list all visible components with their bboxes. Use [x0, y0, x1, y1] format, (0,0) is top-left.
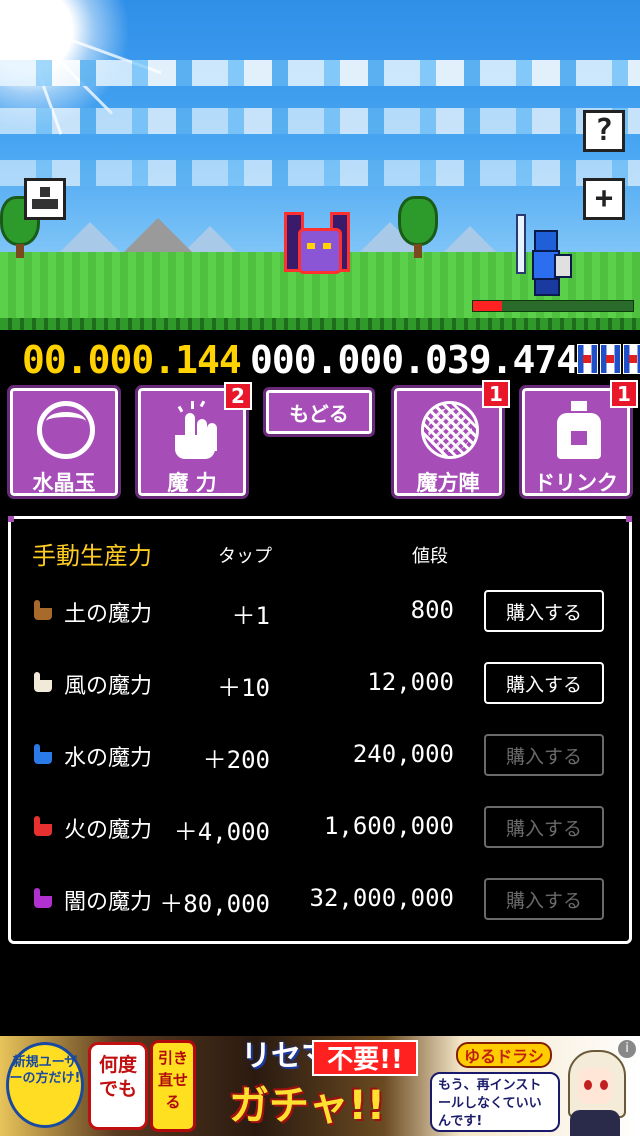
item-name: 火の魔力: [64, 818, 153, 843]
buy-button-disabled[interactable]: 購入する: [484, 734, 604, 776]
ad-new-user-text: 新規ユーザーの方だけ!: [6, 1042, 84, 1128]
hero-hp-bar: [472, 300, 634, 312]
back-button[interactable]: もどる: [263, 387, 375, 437]
shop-row-earth: 土の魔力 ＋1 800 購入する: [0, 590, 640, 634]
person-button[interactable]: [24, 178, 66, 220]
item-tap-value: ＋80,000: [159, 890, 270, 918]
ad-hikinaoseru-text: 引き直せる: [150, 1040, 196, 1132]
help-button[interactable]: ?: [583, 110, 625, 152]
shop-title: 手動生産力: [32, 542, 152, 570]
item-tap-value: ＋4,000: [173, 818, 270, 846]
item-price: 32,000,000: [309, 884, 455, 912]
item-price: 1,600,000: [323, 812, 454, 840]
plus-icon: +: [594, 181, 614, 216]
shop-row-water: 水の魔力 ＋200 240,000 購入する: [0, 734, 640, 778]
bat-monster[interactable]: [284, 210, 350, 276]
item-name: 闇の魔力: [64, 890, 153, 915]
item-tap-value: ＋200: [202, 746, 270, 774]
item-price: 240,000: [352, 740, 454, 768]
add-button[interactable]: +: [583, 178, 625, 220]
item-price: 800: [410, 596, 454, 624]
wind-hand-icon: [34, 672, 52, 692]
item-name: 水の魔力: [64, 746, 153, 771]
ad-character: [560, 1046, 630, 1136]
coin-counter: 000.000.039.474: [250, 338, 579, 382]
buy-button[interactable]: 購入する: [484, 662, 604, 704]
grass-edge: [0, 318, 640, 330]
item-tap-value: ＋1: [231, 602, 270, 630]
drink-cans: [577, 344, 640, 374]
earth-hand-icon: [34, 600, 52, 620]
crystal-ball-button[interactable]: 水晶玉: [7, 385, 121, 499]
tree: [398, 196, 438, 258]
drink-badge: 1: [610, 380, 638, 408]
hero-hp-fill: [473, 301, 502, 311]
shop-row-fire: 火の魔力 ＋4,000 1,600,000 購入する: [0, 806, 640, 850]
item-name: 風の魔力: [64, 674, 153, 699]
game-scene[interactable]: ? +: [0, 0, 640, 330]
drink-label: ドリンク: [534, 471, 618, 495]
tap-hand-icon: [165, 400, 223, 459]
dark-hand-icon: [34, 888, 52, 908]
magic-circle-label: 魔方陣: [416, 471, 480, 495]
shop-row-dark: 闇の魔力 ＋80,000 32,000,000 購入する: [0, 878, 640, 922]
fire-hand-icon: [34, 816, 52, 836]
magic-power-label: 魔 力: [167, 471, 217, 495]
ad-gacha-text: ガチャ!!: [228, 1083, 386, 1129]
person-icon: [32, 187, 58, 211]
ad-info-icon[interactable]: i: [618, 1040, 636, 1058]
buy-button-disabled[interactable]: 購入する: [484, 878, 604, 920]
ad-game-logo: ゆるドラシル: [456, 1042, 552, 1092]
drink-can-icon: [600, 344, 621, 374]
item-name: 土の魔力: [64, 602, 153, 627]
cloud-band: [0, 160, 640, 186]
hero-knight: [516, 214, 572, 296]
item-price: 12,000: [367, 668, 454, 696]
rock: [122, 218, 194, 254]
drink-can-icon: [623, 344, 640, 374]
crystal-ball-icon: [37, 401, 95, 459]
buy-button[interactable]: 購入する: [484, 590, 604, 632]
potion-bottle-icon: [549, 401, 607, 459]
column-header-tap: タップ: [218, 546, 272, 567]
question-icon: ?: [594, 113, 614, 148]
mountain: [60, 222, 120, 252]
ad-fuyou-text: 不要!!: [312, 1040, 418, 1076]
drink-can-icon: [577, 344, 598, 374]
magic-power-badge: 2: [224, 382, 252, 410]
magic-circle-badge: 1: [482, 380, 510, 408]
cloud-band: [0, 60, 640, 86]
ad-message: もう、再インストールしなくていいんです!: [430, 1072, 560, 1132]
cloud-band: [0, 108, 640, 134]
column-header-price: 値段: [412, 546, 448, 567]
buy-button-disabled[interactable]: 購入する: [484, 806, 604, 848]
water-hand-icon: [34, 744, 52, 764]
shop-row-wind: 風の魔力 ＋10 12,000 購入する: [0, 662, 640, 706]
item-tap-value: ＋10: [217, 674, 270, 702]
magic-power-counter: 00.000.144: [22, 338, 242, 382]
ad-nando-text: 何度でも: [88, 1042, 148, 1130]
ad-banner[interactable]: 新規ユーザーの方だけ! 何度でも 引き直せる リセマラ 不要!! ガチャ!! ゆ…: [0, 1036, 640, 1136]
crystal-ball-label: 水晶玉: [32, 471, 96, 495]
magic-circle-icon: [421, 401, 479, 459]
